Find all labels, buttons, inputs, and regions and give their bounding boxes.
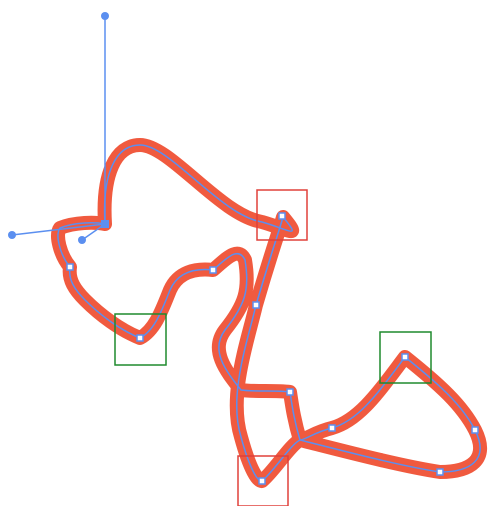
- anchor-point-icon[interactable]: [401, 353, 409, 361]
- vector-path[interactable]: [57, 144, 481, 482]
- anchor-point-icon[interactable]: [436, 468, 444, 476]
- thick-stroke-path[interactable]: [51, 138, 487, 488]
- selected-anchor-point-icon[interactable]: [101, 220, 109, 228]
- vector-drawing[interactable]: [0, 0, 499, 506]
- anchor-point-icon[interactable]: [328, 424, 336, 432]
- anchor-point-icon[interactable]: [471, 426, 479, 434]
- anchor-point-icon[interactable]: [66, 263, 74, 271]
- anchor-point-icon[interactable]: [136, 334, 144, 342]
- anchor-point-icon[interactable]: [258, 477, 266, 485]
- bezier-handle-icon[interactable]: [78, 236, 86, 244]
- anchor-point-icon[interactable]: [209, 266, 217, 274]
- anchor-point-icon[interactable]: [286, 388, 294, 396]
- bezier-handle-icon[interactable]: [101, 12, 109, 20]
- anchor-point-icon[interactable]: [278, 212, 286, 220]
- vector-editor-canvas[interactable]: [0, 0, 499, 506]
- anchor-point-icon[interactable]: [252, 301, 260, 309]
- bezier-handle-icon[interactable]: [8, 231, 16, 239]
